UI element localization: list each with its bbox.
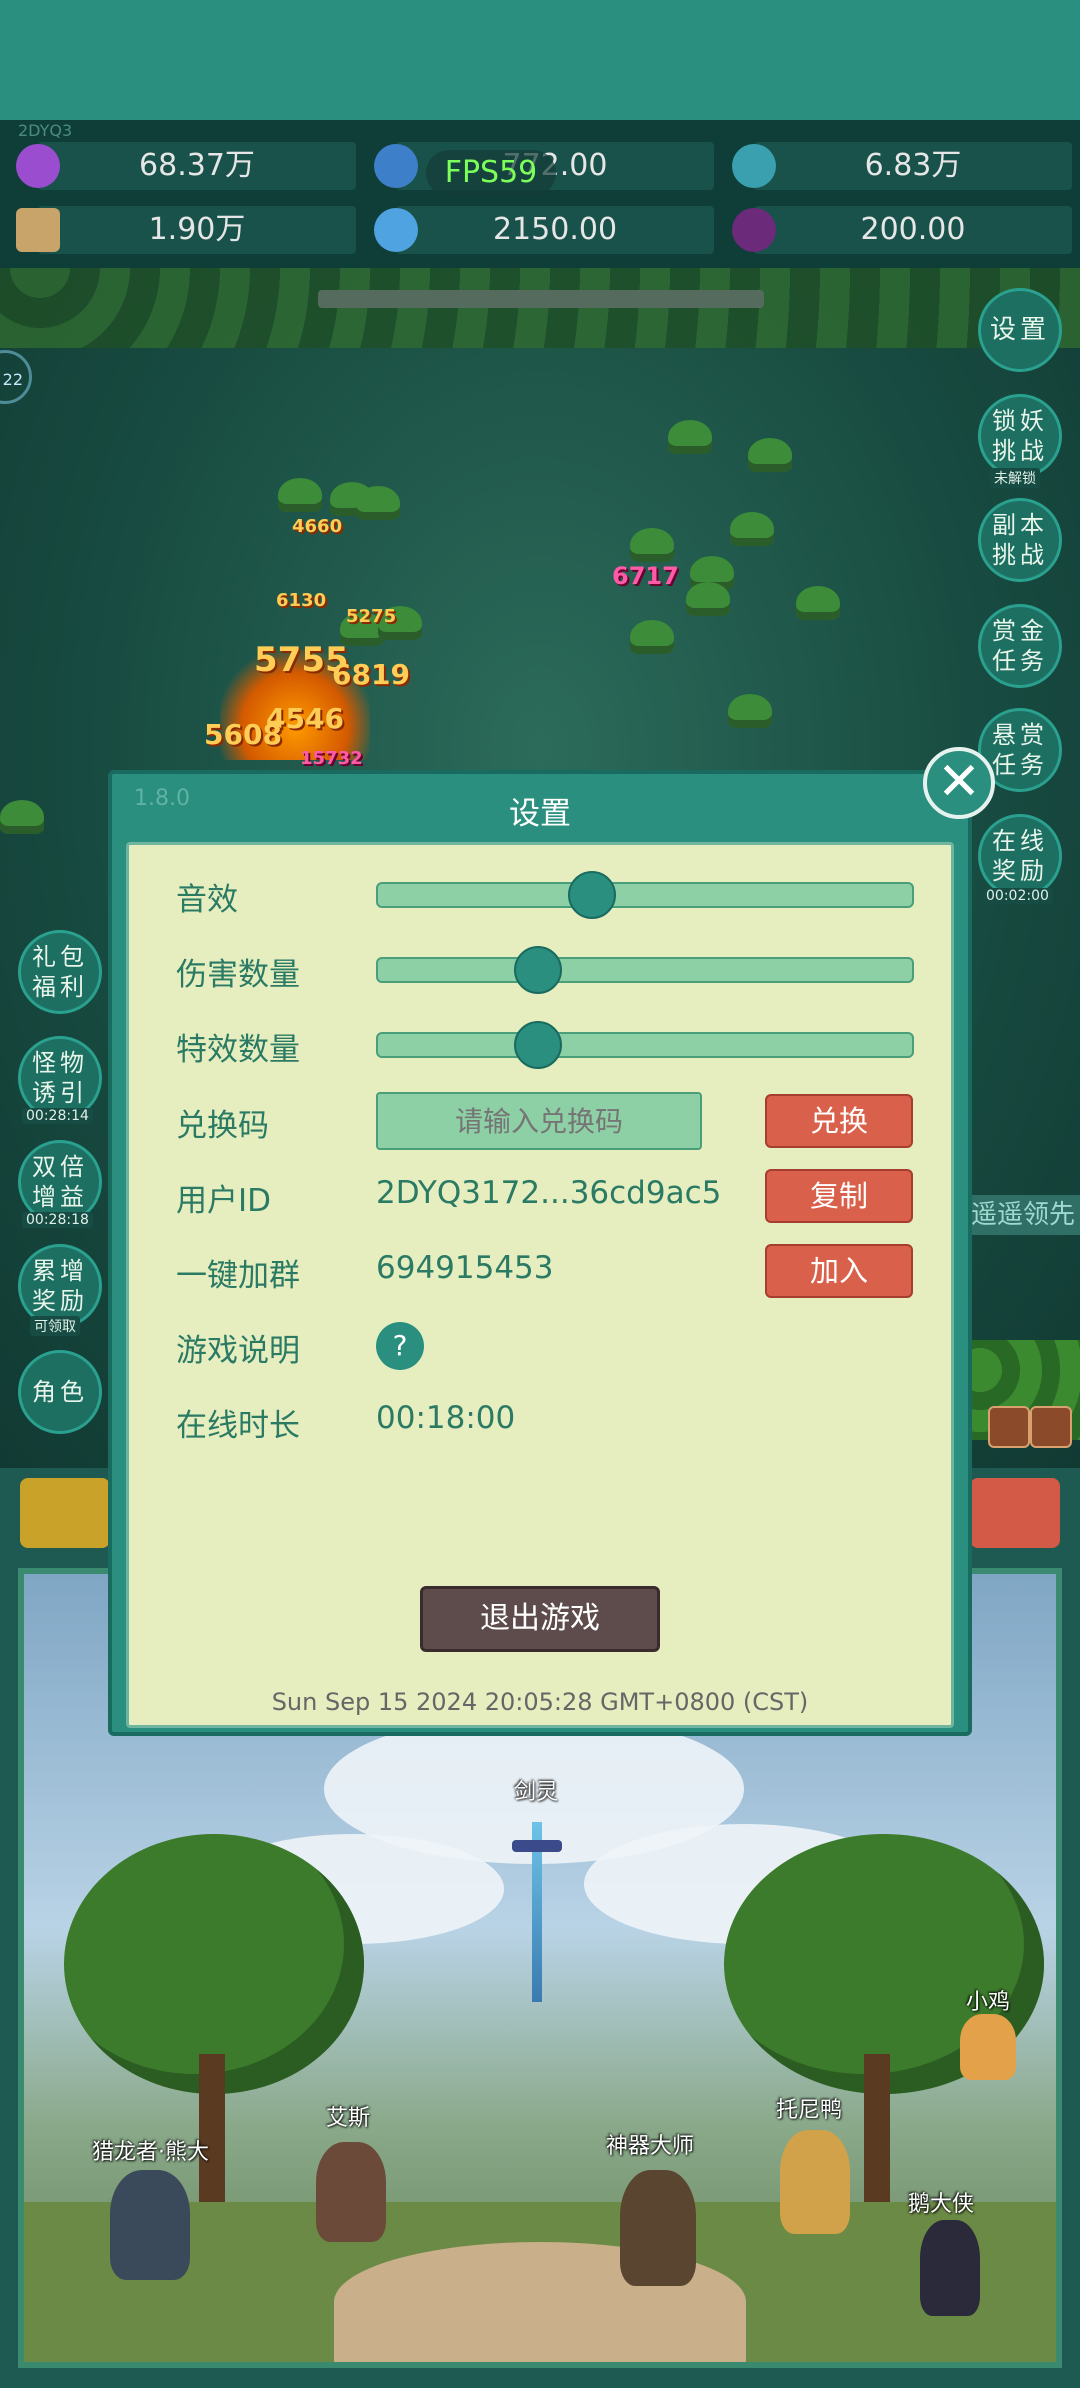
gift-pack-button[interactable]: 礼包福利 [18, 930, 102, 1014]
scroll-icon [16, 208, 60, 252]
redeem-code-input[interactable] [376, 1092, 702, 1150]
user-id-label: 用户ID [176, 1183, 272, 1219]
join-group-label: 一键加群 [176, 1258, 300, 1294]
tree-trunk [864, 2054, 890, 2224]
close-button[interactable]: ✕ [923, 747, 995, 819]
double-boost-timer: 00:28:18 [22, 1212, 93, 1228]
purple-gem-icon [16, 144, 60, 188]
resource-scroll: 1.90万 [38, 206, 356, 254]
resource-gems: 68.37万 [38, 142, 356, 190]
online-reward-timer: 00:02:00 [982, 888, 1053, 904]
corner-id-text: 2DYQ3 [18, 121, 73, 140]
sound-slider[interactable] [376, 871, 914, 919]
globe-icon [732, 144, 776, 188]
lock-demon-challenge-button[interactable]: 锁妖挑战 [978, 394, 1062, 478]
wave-progress-bar [318, 290, 764, 308]
npc-label: 神器大师 [606, 2134, 695, 2159]
damage-number: 15732 [300, 748, 363, 769]
blue-orb-icon [374, 144, 418, 188]
locked-badge: 未解锁 [990, 468, 1040, 488]
monster [630, 528, 674, 562]
monster [278, 478, 322, 512]
copy-button[interactable]: 复制 [765, 1169, 913, 1223]
monster [668, 420, 712, 454]
sound-slider-knob[interactable] [567, 871, 616, 919]
damage-number: 6819 [332, 658, 410, 691]
damage-number: 6130 [276, 590, 327, 611]
resource-globe: 6.83万 [754, 142, 1072, 190]
damage-number: 6717 [612, 562, 679, 590]
npc-label: 鹅大侠 [908, 2192, 975, 2217]
yellow-action-bar[interactable] [20, 1478, 110, 1548]
leading-ribbon: 遥遥领先 [966, 1195, 1080, 1235]
npc-label: 托尼鸭 [776, 2098, 843, 2123]
npc-label: 小鸡 [966, 1990, 1011, 2015]
damage-number: 4660 [292, 516, 343, 537]
top-strip [0, 0, 1080, 120]
close-icon: ✕ [937, 752, 981, 812]
monster [686, 582, 730, 616]
character-button[interactable]: 角色 [18, 1350, 102, 1434]
sword-guard [512, 1840, 562, 1852]
group-number: 694915453 [376, 1250, 554, 1286]
dungeon-challenge-button[interactable]: 副本挑战 [978, 498, 1062, 582]
monster [630, 620, 674, 654]
claimable-badge: 可领取 [30, 1316, 80, 1336]
buff-chip [1030, 1406, 1072, 1448]
damage-count-label: 伤害数量 [176, 957, 300, 993]
npc-goose-hero[interactable] [920, 2220, 980, 2316]
monster [356, 486, 400, 520]
guide-label: 游戏说明 [176, 1333, 300, 1369]
online-time-value: 00:18:00 [376, 1400, 516, 1436]
monster [728, 694, 772, 728]
user-id-value: 2DYQ3172...36cd9ac5 [376, 1175, 722, 1211]
monster-lure-timer: 00:28:14 [22, 1108, 93, 1124]
effects-count-label: 特效数量 [176, 1032, 300, 1068]
npc-ace[interactable] [316, 2142, 386, 2242]
monster [748, 438, 792, 472]
npc-label: 艾斯 [326, 2106, 371, 2131]
npc-chicken[interactable] [960, 2014, 1016, 2080]
npc-dragon-hunter[interactable] [110, 2170, 190, 2280]
fps-counter: FPS59 [426, 150, 556, 196]
online-reward-button[interactable]: 在线奖励 [978, 814, 1062, 898]
resource-eggplant: 200.00 [754, 206, 1072, 254]
online-time-label: 在线时长 [176, 1408, 300, 1444]
tree-canopy [0, 268, 1080, 348]
monster [0, 800, 44, 834]
redeem-label: 兑换码 [176, 1108, 269, 1144]
npc-tony-duck[interactable] [780, 2130, 850, 2234]
effects-count-slider[interactable] [376, 1021, 914, 1069]
exit-game-button[interactable]: 退出游戏 [420, 1586, 660, 1652]
damage-number: 5275 [346, 606, 397, 627]
damage-count-slider-knob[interactable] [514, 946, 563, 994]
join-button[interactable]: 加入 [765, 1244, 913, 1298]
datetime-text: Sun Sep 15 2024 20:05:28 GMT+0800 (CST) [271, 1688, 809, 1716]
settings-button[interactable]: 设置 [978, 288, 1062, 372]
blue-crystal-icon [374, 208, 418, 252]
help-icon[interactable]: ? [376, 1322, 424, 1370]
npc-label: 猎龙者·熊大 [92, 2140, 209, 2165]
npc-label: 剑灵 [514, 1780, 559, 1805]
damage-number: 5608 [204, 718, 282, 751]
damage-count-slider[interactable] [376, 946, 914, 994]
monster [730, 512, 774, 546]
resource-crystal: 2150.00 [396, 206, 714, 254]
effects-count-slider-knob[interactable] [514, 1021, 563, 1069]
npc-artifact-master[interactable] [620, 2170, 696, 2286]
bounty-quest-button[interactable]: 赏金任务 [978, 604, 1062, 688]
red-action-bar[interactable] [970, 1478, 1060, 1548]
monster [796, 586, 840, 620]
buff-chip [988, 1406, 1030, 1448]
eggplant-icon [732, 208, 776, 252]
sound-label: 音效 [176, 882, 238, 918]
redeem-button[interactable]: 兑换 [765, 1094, 913, 1148]
dialog-title: 设置 [509, 796, 571, 832]
